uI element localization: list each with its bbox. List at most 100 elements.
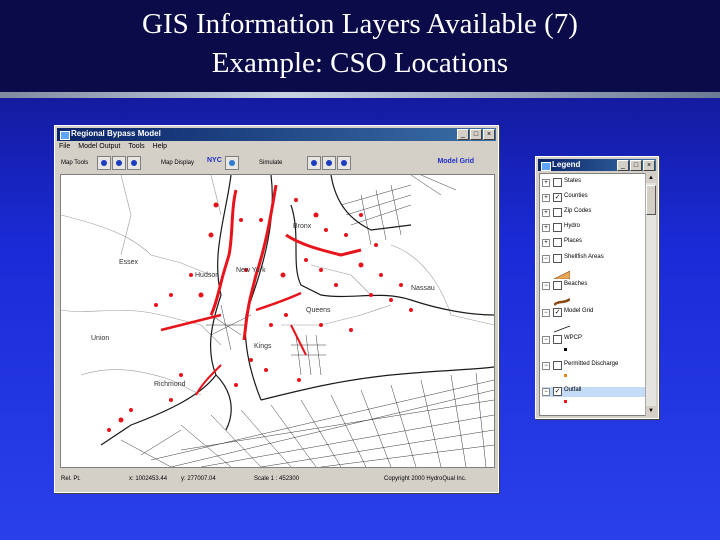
legend-item-label: Model Grid (564, 308, 594, 314)
expand-toggle[interactable]: + (542, 179, 550, 187)
outfall-symbol (564, 400, 567, 403)
menu-help[interactable]: Help (153, 143, 167, 153)
simulate-export-button[interactable] (337, 156, 351, 170)
layer-checkbox[interactable] (553, 281, 562, 290)
simulate-chart-button[interactable] (322, 156, 336, 170)
shellfish-symbol (553, 266, 571, 280)
map-label-queens: Queens (306, 307, 331, 314)
legend-minimize-button[interactable]: _ (617, 160, 629, 171)
scroll-up-arrow[interactable]: ▲ (646, 173, 656, 183)
layer-checkbox[interactable] (553, 254, 562, 263)
map-label-hudson: Hudson (195, 272, 220, 279)
close-button[interactable]: × (483, 129, 495, 140)
layer-checkbox[interactable] (553, 361, 562, 370)
wpcp-symbol (564, 348, 567, 351)
identify-tool-button[interactable] (127, 156, 141, 170)
model-grid (120, 175, 494, 467)
cso-outfalls (107, 184, 413, 432)
layer-checkbox[interactable] (553, 178, 562, 187)
beach-symbol (553, 293, 571, 306)
map-svg[interactable] (61, 175, 494, 467)
layer-checkbox[interactable]: ✓ (553, 387, 562, 396)
pan-tool-button[interactable] (112, 156, 126, 170)
legend-title: Legend (552, 160, 581, 169)
status-x: x: 1002453.44 (129, 476, 168, 482)
map-label-bronx: Bronx (293, 223, 312, 230)
collapse-toggle[interactable]: − (542, 309, 550, 317)
legend-item-label: Permitted Discharge (564, 361, 619, 367)
legend-window: Legend _ □ × + States + ✓ Counties + Zip… (535, 156, 659, 419)
legend-item-label: Beaches (564, 281, 588, 287)
legend-item-label: Zip Codes (564, 208, 592, 214)
collapse-toggle[interactable]: − (542, 282, 550, 290)
grid-line-symbol (553, 320, 571, 333)
map-label-kings: Kings (254, 343, 272, 350)
legend-item-outfall[interactable]: − ✓ Outfall (542, 387, 646, 397)
legend-item-label: WPCP (564, 335, 582, 341)
slide-subtitle: Example: CSO Locations (211, 47, 509, 79)
map-tools-label: Map Tools (61, 160, 89, 166)
collapse-toggle[interactable]: − (542, 255, 550, 263)
layer-checkbox[interactable]: ✓ (553, 308, 562, 317)
maximize-button[interactable]: □ (470, 129, 482, 140)
zoom-tool-button[interactable] (97, 156, 111, 170)
map-display-label: Map Display (161, 160, 195, 166)
menu-model-output[interactable]: Model Output (78, 143, 120, 153)
minimize-button[interactable]: _ (457, 129, 469, 140)
legend-app-icon (541, 162, 551, 171)
menu-tools[interactable]: Tools (128, 143, 144, 153)
map-label-essex: Essex (119, 259, 139, 266)
layer-checkbox[interactable] (553, 223, 562, 232)
app-window: Regional Bypass Model _ □ × File Model O… (54, 125, 499, 493)
status-bar: Rel. Pt. x: 1002453.44 y: 277007.04 Scal… (59, 474, 494, 486)
map-label-union: Union (91, 335, 110, 342)
permitted-discharge-symbol (564, 374, 567, 377)
simulate-run-button[interactable] (307, 156, 321, 170)
expand-toggle[interactable]: + (542, 239, 550, 247)
collapse-toggle[interactable]: − (542, 362, 550, 370)
status-y: y: 277007.04 (181, 476, 216, 482)
legend-item-label: States (564, 178, 582, 184)
legend-item-label: Places (564, 238, 583, 244)
map-display-select[interactable]: NYC (207, 157, 222, 164)
expand-toggle[interactable]: + (542, 209, 550, 217)
status-left: Rel. Pt. (61, 476, 81, 482)
map-label-nassau: Nassau (411, 285, 435, 292)
slide-title: GIS Information Layers Available (7) (142, 8, 578, 40)
shoreline (100, 175, 494, 446)
legend-item-label: Shellfish Areas (564, 254, 604, 260)
legend-item-label: Counties (564, 193, 588, 199)
collapse-toggle[interactable]: − (542, 388, 550, 396)
legend-item-label: Hydro (564, 223, 581, 229)
simulate-label: Simulate (259, 160, 283, 166)
map-label-new-york: New York (236, 267, 266, 274)
model-grid-label: Model Grid (437, 158, 474, 165)
expand-toggle[interactable]: + (542, 194, 550, 202)
legend-titlebar[interactable]: Legend _ □ × (538, 159, 656, 171)
app-window-title: Regional Bypass Model (71, 129, 161, 138)
map-canvas[interactable]: Bronx Essex Hudson New York Nassau Queen… (60, 174, 495, 468)
title-divider (0, 92, 720, 98)
app-titlebar[interactable]: Regional Bypass Model _ □ × (57, 128, 496, 141)
scroll-thumb[interactable] (646, 185, 656, 215)
layer-checkbox[interactable] (553, 208, 562, 217)
map-label-richmond: Richmond (154, 381, 186, 388)
status-copyright: Copyright 2000 HydroQual Inc. (384, 476, 467, 482)
scroll-down-arrow[interactable]: ▼ (646, 406, 656, 416)
globe-button[interactable] (225, 156, 239, 170)
layer-checkbox[interactable] (553, 335, 562, 344)
legend-list: + States + ✓ Counties + Zip Codes + Hydr… (539, 173, 647, 416)
layer-checkbox[interactable]: ✓ (553, 193, 562, 202)
layer-checkbox[interactable] (553, 238, 562, 247)
legend-scrollbar[interactable]: ▲ ▼ (645, 173, 656, 416)
toolbar: Map Tools Map Display NYC Simulate Model… (59, 155, 494, 173)
menu-bar: File Model Output Tools Help (59, 143, 167, 153)
legend-maximize-button[interactable]: □ (630, 160, 642, 171)
collapse-toggle[interactable]: − (542, 336, 550, 344)
expand-toggle[interactable]: + (542, 224, 550, 232)
legend-item-label: Outfall (564, 387, 582, 393)
menu-file[interactable]: File (59, 143, 70, 153)
legend-close-button[interactable]: × (643, 160, 655, 171)
app-icon (60, 131, 70, 140)
status-scale: Scale 1 : 452300 (254, 476, 300, 482)
